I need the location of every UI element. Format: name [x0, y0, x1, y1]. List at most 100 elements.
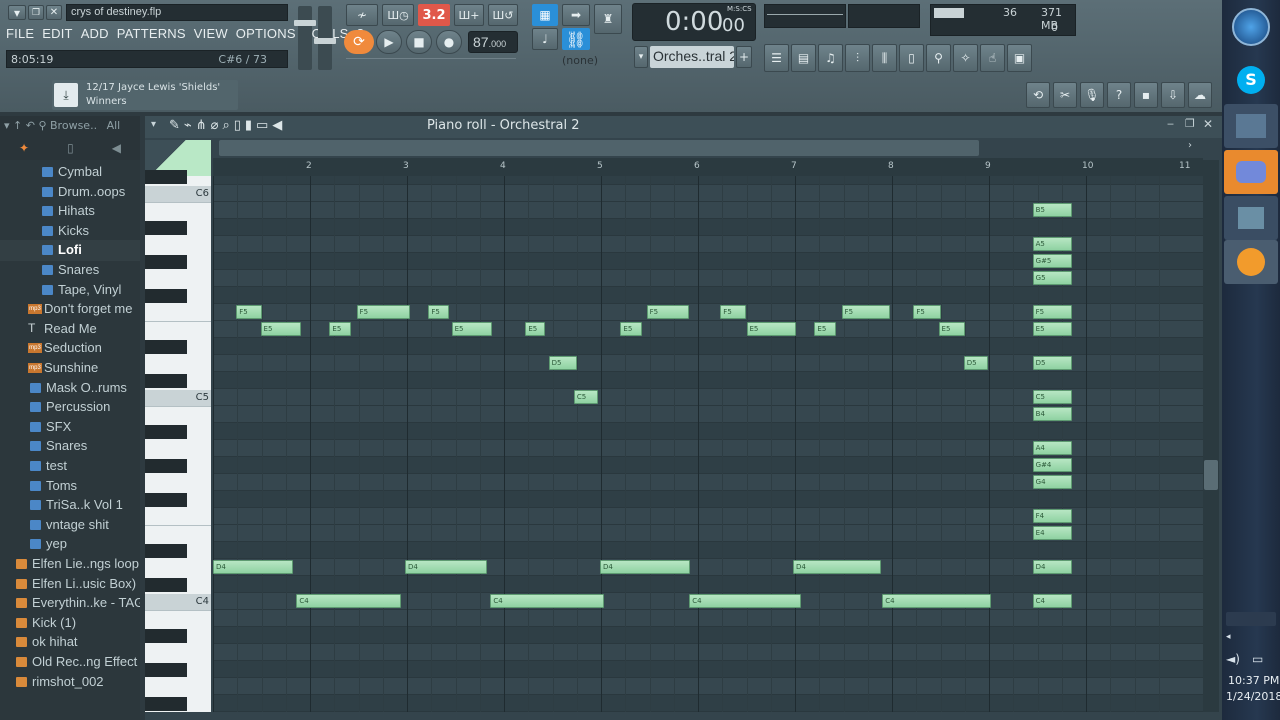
note[interactable]: E5: [938, 322, 965, 336]
timeline[interactable]: 2 3 4 5 6 7 8 9 10 11: [213, 158, 1203, 176]
metronome-bell-icon[interactable]: ♜: [594, 4, 622, 34]
note[interactable]: E5: [1032, 322, 1073, 336]
note[interactable]: F5: [428, 305, 449, 319]
browser-item[interactable]: mp3 Don't forget me: [0, 299, 140, 320]
browser-item[interactable]: Mask O..rums: [0, 378, 140, 399]
note[interactable]: C4: [1032, 594, 1073, 608]
browser-doc-icon[interactable]: ▯: [67, 141, 74, 155]
browser-item[interactable]: test: [0, 456, 140, 477]
note[interactable]: F5: [356, 305, 410, 319]
pattern-selector[interactable]: (none): [562, 54, 622, 70]
note[interactable]: D4: [1032, 560, 1073, 574]
browser-item[interactable]: T Read Me: [0, 319, 140, 340]
browser-item[interactable]: Everythin..ke - TAG: [0, 593, 140, 614]
note[interactable]: E5: [620, 322, 642, 336]
discord-icon[interactable]: [1224, 150, 1278, 194]
browser-speaker-icon[interactable]: ◀: [112, 141, 121, 155]
black-key[interactable]: [145, 629, 187, 643]
note[interactable]: D4: [213, 560, 293, 574]
record-mode-icon[interactable]: ≁: [346, 4, 378, 26]
master-pitch-slider[interactable]: [314, 6, 336, 70]
plugin-icon[interactable]: ⚲: [926, 44, 951, 72]
menu-item-patterns[interactable]: PATTERNS: [117, 26, 186, 43]
record-button[interactable]: ●: [436, 30, 462, 54]
plugin-picker-icon[interactable]: ✧: [953, 44, 978, 72]
piano-roll-icon[interactable]: ♫: [818, 44, 843, 72]
volume-icon[interactable]: ◄): [1226, 652, 1240, 666]
metronome-icon[interactable]: Ш◷: [382, 4, 414, 26]
menu-icon[interactable]: ▾: [8, 5, 26, 20]
close-window-icon[interactable]: ✕: [1203, 117, 1213, 131]
browser-item[interactable]: Drum..oops: [0, 182, 140, 203]
note[interactable]: A5: [1032, 237, 1073, 251]
black-key[interactable]: [145, 493, 187, 507]
note[interactable]: G#5: [1032, 254, 1073, 268]
browser-item[interactable]: Elfen Li..usic Box): [0, 574, 140, 595]
browser-item[interactable]: Kicks: [0, 221, 140, 242]
channel-icon[interactable]: ⫼: [872, 44, 897, 72]
mixer-icon[interactable]: ⫶: [845, 44, 870, 72]
menu-item-edit[interactable]: EDIT: [42, 26, 72, 43]
menu-item-options[interactable]: OPTIONS: [236, 26, 296, 43]
piano-roll-tools[interactable]: ✎⌁⋔⌀⌕▯▮▭◀: [169, 118, 286, 133]
note[interactable]: E5: [451, 322, 493, 336]
link-icon[interactable]: ⛓: [562, 28, 590, 50]
note[interactable]: F5: [720, 305, 747, 319]
piano-roll-menu-icon[interactable]: ▾: [151, 119, 156, 130]
note[interactable]: F4: [1032, 509, 1073, 523]
black-key[interactable]: [145, 289, 187, 303]
network-icon[interactable]: ▭: [1252, 652, 1263, 666]
arrow-right-icon[interactable]: ➡: [562, 4, 590, 26]
note[interactable]: E5: [814, 322, 836, 336]
master-volume-slider[interactable]: [294, 6, 316, 70]
wait-icon[interactable]: ♩: [532, 28, 558, 50]
now-playing-panel[interactable]: ⤓ 12/17 Jayce Lewis 'Shields' Winners: [52, 80, 238, 110]
taskbar-scroll[interactable]: [1226, 612, 1276, 626]
note[interactable]: C4: [689, 594, 801, 608]
browser-filter[interactable]: All: [107, 119, 121, 132]
note[interactable]: B4: [1032, 407, 1073, 421]
play-button[interactable]: ▶: [376, 30, 402, 54]
stop-button[interactable]: ■: [406, 30, 432, 54]
restore-icon[interactable]: ❐: [28, 5, 44, 20]
browser-item[interactable]: Old Rec..ng Effect: [0, 652, 140, 673]
pattern-song-toggle[interactable]: ⟳: [344, 30, 374, 54]
black-key[interactable]: [145, 374, 187, 388]
menu-item-view[interactable]: VIEW: [194, 26, 228, 43]
note[interactable]: D5: [1032, 356, 1073, 370]
channel-dropdown-icon[interactable]: ▾: [634, 46, 648, 68]
browser-item[interactable]: vntage shit: [0, 515, 140, 536]
browser-item[interactable]: rimshot_002: [0, 672, 140, 693]
typing-keyboard-icon[interactable]: ▦: [532, 4, 558, 26]
browser-item[interactable]: ok hihat: [0, 632, 140, 653]
browser-item[interactable]: Snares: [0, 260, 140, 281]
menu-item-file[interactable]: FILE: [6, 26, 34, 43]
note[interactable]: G#4: [1032, 458, 1073, 472]
vertical-scrollbar[interactable]: [1203, 160, 1219, 712]
note[interactable]: D4: [405, 560, 488, 574]
note[interactable]: D4: [600, 560, 691, 574]
note-grid[interactable]: F5 E5 E5 F5 F5 E5 E5 D5 C5 E5 F5 F5 E5 E5 F5 F5 E5 D5 D4 C4…: [213, 176, 1203, 712]
horizontal-scrollbar[interactable]: [219, 140, 979, 156]
minimize-icon[interactable]: ‒: [1167, 117, 1174, 130]
note[interactable]: C5: [1032, 390, 1073, 404]
skype-icon[interactable]: S: [1224, 58, 1278, 102]
black-key[interactable]: [145, 340, 187, 354]
browser-item[interactable]: yep: [0, 534, 140, 555]
start-button-icon[interactable]: [1232, 8, 1270, 46]
save-icon[interactable]: ▪: [1134, 82, 1158, 108]
black-key[interactable]: [145, 255, 187, 269]
template-icon[interactable]: ▣: [1007, 44, 1032, 72]
touch-icon[interactable]: ☝: [980, 44, 1005, 72]
note[interactable]: F5: [646, 305, 690, 319]
black-key[interactable]: [145, 697, 187, 711]
note[interactable]: E5: [525, 322, 545, 336]
tray-arrow-icon[interactable]: ◂: [1226, 632, 1231, 642]
browser-item[interactable]: Snares: [0, 436, 140, 457]
channel-selector[interactable]: Orches..tral 2: [650, 46, 734, 68]
add-channel-button[interactable]: +: [736, 46, 752, 68]
channel-rack-icon[interactable]: ▤: [791, 44, 816, 72]
black-key[interactable]: [145, 425, 187, 439]
maximize-icon[interactable]: ❐: [1185, 117, 1195, 130]
note[interactable]: E4: [1032, 526, 1073, 540]
